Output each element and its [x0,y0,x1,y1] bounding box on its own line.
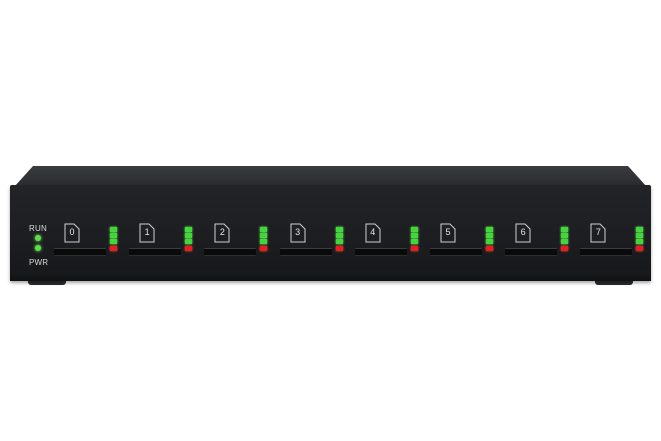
red-led-icon [636,246,644,251]
slot-status-leds [110,227,117,251]
sim-card-slot [580,248,633,256]
sim-slot-number: 4 [370,227,376,237]
slot-status-leds [486,227,493,251]
slot-status-leds [410,227,418,251]
sim-slot: 6 [497,185,572,281]
sim-slot-number: 0 [69,227,75,237]
green-led-icon [185,239,193,244]
green-led-icon [110,233,117,238]
green-led-icon [335,233,343,238]
red-led-icon [486,246,493,251]
green-led-icon [561,227,569,232]
red-led-icon [260,246,268,251]
slot-status-leds [185,227,193,251]
green-led-icon [410,227,418,232]
device-front-panel: RUN PWR 01234567 [10,185,651,281]
green-led-icon [110,227,117,232]
run-label: RUN [29,224,47,233]
green-led-icon [335,239,343,244]
green-led-icon [185,233,193,238]
green-led-icon [260,227,268,232]
green-led-icon [561,233,569,238]
run-led-icon [35,235,41,241]
device-top-lid [15,166,646,186]
slot-status-leds [260,227,268,251]
sim-card-slot [54,248,106,256]
green-led-icon [410,233,418,238]
sim-slot-number: 2 [219,227,225,237]
sim-slot: 4 [347,185,422,281]
green-led-icon [486,233,493,238]
green-led-icon [110,239,117,244]
sim-slot-number: 6 [520,227,526,237]
sim-slot: 2 [196,185,271,281]
sim-slot-number: 1 [144,227,150,237]
red-led-icon [561,246,569,251]
green-led-icon [486,239,493,244]
red-led-icon [335,246,343,251]
sim-slot: 3 [272,185,347,281]
sim-card-slot [279,248,332,256]
red-led-icon [110,246,117,251]
sim-card-slot [129,248,182,256]
device-foot-left [28,281,66,285]
slot-status-leds [561,227,569,251]
green-led-icon [260,239,268,244]
green-led-icon [636,239,644,244]
sim-slot-number: 7 [595,227,601,237]
sim-card-slot [505,248,558,256]
sim-slot: 1 [121,185,196,281]
green-led-icon [486,227,493,232]
green-led-icon [561,239,569,244]
sim-slot-number: 5 [445,227,451,237]
green-led-icon [185,227,193,232]
red-led-icon [410,246,418,251]
green-led-icon [636,227,644,232]
sim-slot: 7 [572,185,647,281]
slot-status-leds [335,227,343,251]
device-foot-right [595,281,633,285]
green-led-icon [410,239,418,244]
sim-card-slot [430,248,482,256]
green-led-icon [636,233,644,238]
green-led-icon [260,233,268,238]
red-led-icon [185,246,193,251]
green-led-icon [335,227,343,232]
sim-slot: 5 [422,185,497,281]
slot-status-leds [636,227,644,251]
sim-card-slot [354,248,407,256]
sim-slot: 0 [46,185,121,281]
sim-card-slot [204,248,257,256]
pwr-led-icon [35,245,41,251]
product-photo: RUN PWR 01234567 [0,0,661,441]
sim-slot-number: 3 [295,227,301,237]
